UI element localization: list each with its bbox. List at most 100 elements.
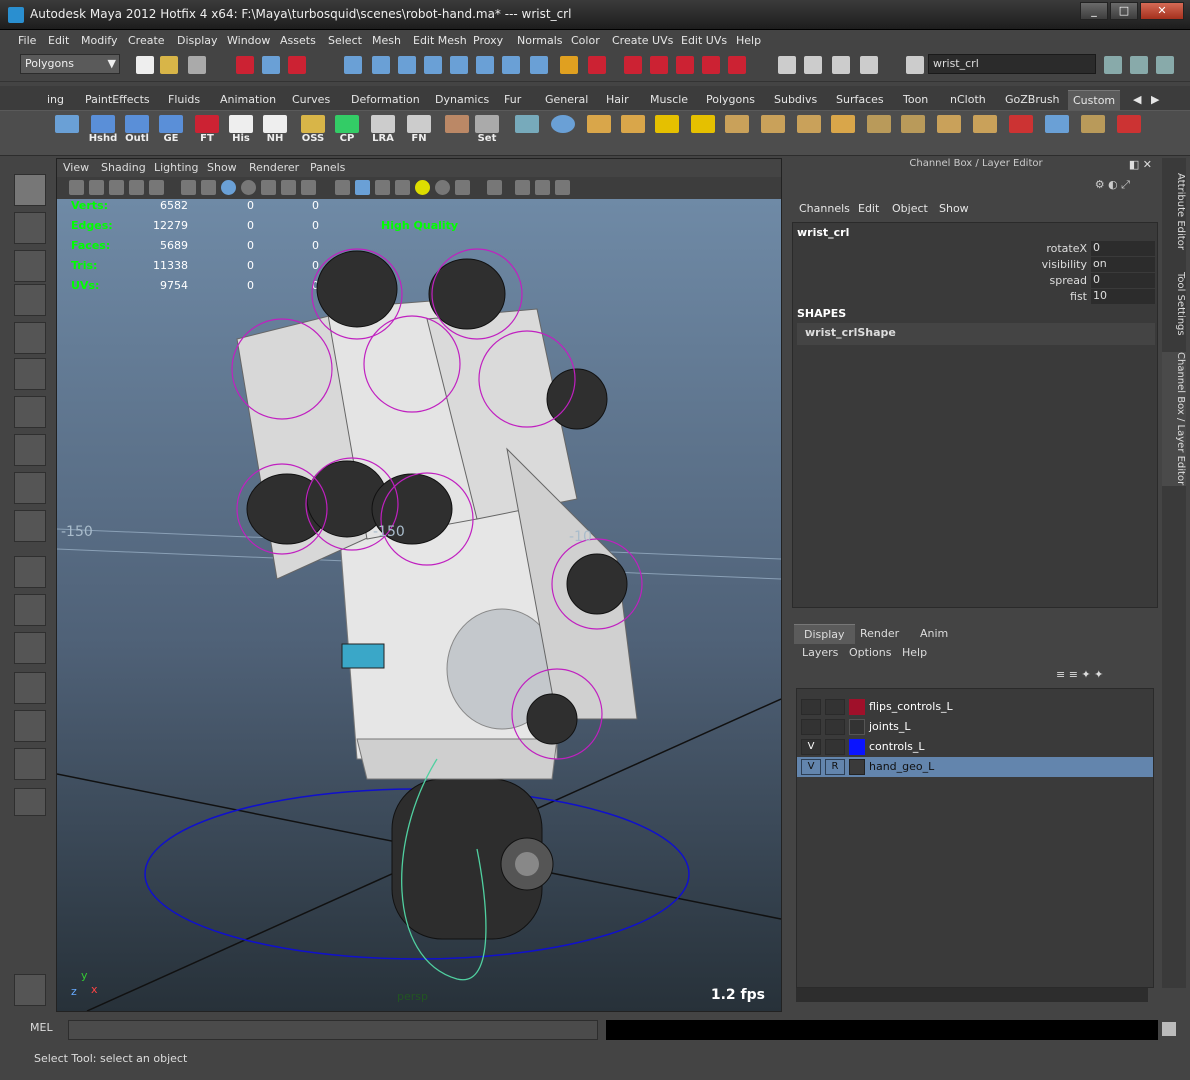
- soft-mod-button[interactable]: [14, 434, 46, 466]
- layer-name[interactable]: joints_L: [869, 720, 911, 733]
- checker-icon[interactable]: [395, 180, 410, 195]
- layer-horizontal-scrollbar[interactable]: [796, 988, 1148, 1002]
- tab-muscle[interactable]: Muscle: [645, 90, 693, 110]
- save-scene-icon[interactable]: [188, 56, 206, 74]
- viewport-menu-renderer[interactable]: Renderer: [249, 161, 299, 174]
- tab-gozbrush[interactable]: GoZBrush: [1000, 90, 1065, 110]
- attr-fist-value[interactable]: 10: [1091, 289, 1155, 304]
- viewport-menu-view[interactable]: View: [63, 161, 89, 174]
- paint-select-tool-button[interactable]: [14, 250, 46, 282]
- tab-render[interactable]: Render: [850, 624, 909, 644]
- shelf-tool-7[interactable]: [794, 115, 824, 151]
- tab-surfaces[interactable]: Surfaces: [831, 90, 889, 110]
- text-icon[interactable]: [301, 180, 316, 195]
- render-icon[interactable]: [624, 56, 642, 74]
- maximize-button[interactable]: □: [1110, 2, 1138, 20]
- show-tool-settings-icon[interactable]: [1130, 56, 1148, 74]
- render-view-icon[interactable]: [728, 56, 746, 74]
- tab-fluids[interactable]: Fluids: [163, 90, 205, 110]
- snap-curve-icon[interactable]: [372, 56, 390, 74]
- viewport-menu-panels[interactable]: Panels: [310, 161, 345, 174]
- attr-visibility-value[interactable]: on: [1091, 257, 1155, 272]
- layer-color-swatch[interactable]: [849, 699, 865, 715]
- universal-manip-button[interactable]: [14, 396, 46, 428]
- share-icon[interactable]: [555, 180, 570, 195]
- shelf-oss-button[interactable]: OSS: [298, 115, 328, 151]
- ipr-render-icon[interactable]: [650, 56, 668, 74]
- select-camera-icon[interactable]: [487, 180, 502, 195]
- tab-ncloth[interactable]: nCloth: [945, 90, 991, 110]
- attr-rotatex-value[interactable]: 0: [1091, 241, 1155, 256]
- mel-language-toggle[interactable]: MEL: [30, 1021, 53, 1034]
- select-tool-button[interactable]: [14, 174, 46, 206]
- shelf-tool-1[interactable]: [584, 115, 614, 151]
- isolate-icon[interactable]: [335, 180, 350, 195]
- layer-display-type-toggle[interactable]: R: [825, 759, 845, 775]
- layer-color-swatch[interactable]: [849, 739, 865, 755]
- tab-display[interactable]: Display: [794, 624, 855, 644]
- attr-spread-value[interactable]: 0: [1091, 273, 1155, 288]
- shelf-knife-button[interactable]: [442, 115, 472, 151]
- lock-icon[interactable]: [560, 56, 578, 74]
- shelf-tool-9[interactable]: [864, 115, 894, 151]
- hq-render-icon[interactable]: [455, 180, 470, 195]
- isolate-select-icon[interactable]: [515, 180, 530, 195]
- shelf-nh-button[interactable]: NH: [260, 115, 290, 151]
- rotate-tool-button[interactable]: [14, 322, 46, 354]
- viewport-scene[interactable]: Verts: 6582 0 0 Edges: 12279 0 0 High Qu…: [57, 199, 781, 1011]
- minimize-button[interactable]: _: [1080, 2, 1108, 20]
- shelf-script-button[interactable]: [52, 115, 82, 151]
- menu-assets[interactable]: Assets: [280, 34, 316, 47]
- wireframe-icon[interactable]: [181, 180, 196, 195]
- layer-row[interactable]: V R hand_geo_L: [797, 757, 1153, 777]
- shelf-scroll-right-icon[interactable]: ▶: [1146, 90, 1164, 110]
- input-line-icon[interactable]: [778, 56, 796, 74]
- shape-node-name[interactable]: wrist_crlShape: [797, 323, 1155, 345]
- menu-set-dropdown[interactable]: Polygons ▼: [20, 54, 120, 74]
- shelf-tool-16[interactable]: [1114, 115, 1144, 151]
- mel-command-input[interactable]: [68, 1020, 598, 1040]
- tab-toon[interactable]: Toon: [898, 90, 933, 110]
- light-icon[interactable]: [415, 180, 430, 195]
- help-icon[interactable]: [530, 56, 548, 74]
- camera-attributes-icon[interactable]: [89, 180, 104, 195]
- snap-point-icon[interactable]: [398, 56, 416, 74]
- menu-edit-uvs[interactable]: Edit UVs: [681, 34, 727, 47]
- select-hierarchy-icon[interactable]: [236, 56, 254, 74]
- wireframe-on-shaded-icon[interactable]: [241, 180, 256, 195]
- layer-display-type-toggle[interactable]: [825, 719, 845, 735]
- shelf-ft-button[interactable]: FT: [192, 115, 222, 151]
- tab-rendering[interactable]: ing: [42, 90, 69, 110]
- selected-object-name[interactable]: wrist_crl: [797, 226, 849, 239]
- menu-edit-mesh[interactable]: Edit Mesh: [413, 34, 467, 47]
- cube-icon[interactable]: [355, 180, 370, 195]
- shelf-tool-11[interactable]: [934, 115, 964, 151]
- channel-box-icons[interactable]: ⚙ ◐ ⤢: [1095, 178, 1130, 192]
- render-region-icon[interactable]: [588, 56, 606, 74]
- layout-persp-graph-button[interactable]: [14, 594, 46, 626]
- grid-icon[interactable]: [149, 180, 164, 195]
- mel-script-icon[interactable]: [14, 974, 46, 1006]
- shelf-outl-button[interactable]: Outl: [122, 115, 152, 151]
- shaded-icon[interactable]: [221, 180, 236, 195]
- tab-hair[interactable]: Hair: [601, 90, 634, 110]
- relative-transform-icon[interactable]: [832, 56, 850, 74]
- image-plane-icon[interactable]: [129, 180, 144, 195]
- tab-dynamics[interactable]: Dynamics: [430, 90, 494, 110]
- shelf-tool-15[interactable]: [1078, 115, 1108, 151]
- tab-tool-settings[interactable]: Tool Settings: [1162, 264, 1186, 344]
- tab-fur[interactable]: Fur: [499, 90, 526, 110]
- tab-curves[interactable]: Curves: [287, 90, 335, 110]
- tab-subdivs[interactable]: Subdivs: [769, 90, 822, 110]
- open-scene-icon[interactable]: [160, 56, 178, 74]
- xray-icon[interactable]: [261, 180, 276, 195]
- shelf-his-button[interactable]: His: [226, 115, 256, 151]
- shelf-ge-button[interactable]: GE: [156, 115, 186, 151]
- shelf-tool-8[interactable]: [828, 115, 858, 151]
- layer-name[interactable]: hand_geo_L: [869, 760, 934, 773]
- menu-normals[interactable]: Normals: [517, 34, 563, 47]
- shelf-tool-5[interactable]: [722, 115, 752, 151]
- layer-display-type-toggle[interactable]: [825, 739, 845, 755]
- move-tool-button[interactable]: [14, 284, 46, 316]
- shelf-tool-10[interactable]: [898, 115, 928, 151]
